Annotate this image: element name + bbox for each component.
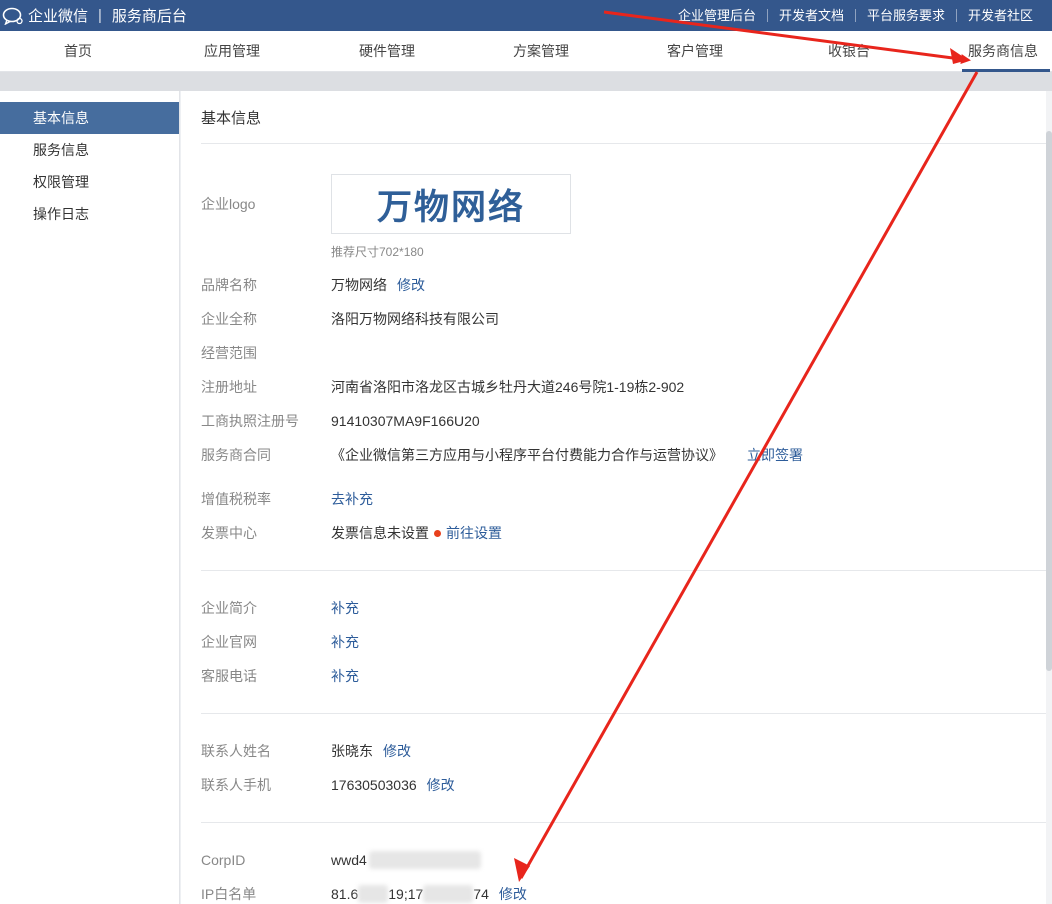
full-name-label: 企业全称 xyxy=(201,311,257,327)
sidebar-item-service-info[interactable]: 服务信息 xyxy=(0,134,179,166)
warning-dot-icon xyxy=(434,529,441,537)
brand-name-label: 品牌名称 xyxy=(201,277,257,293)
tab-customers[interactable]: 客户管理 xyxy=(667,31,723,71)
edit-contact-name-link[interactable]: 修改 xyxy=(383,741,411,761)
address-label: 注册地址 xyxy=(201,379,257,395)
top-link-community[interactable]: 开发者社区 xyxy=(955,9,1044,22)
logo-size-hint: 推荐尺寸702*180 xyxy=(331,245,424,259)
redacted-blur xyxy=(358,885,389,903)
supplement-service-phone-link[interactable]: 补充 xyxy=(331,666,359,686)
supplement-intro-link[interactable]: 补充 xyxy=(331,598,359,618)
edit-brand-name-link[interactable]: 修改 xyxy=(397,275,425,295)
sign-contract-link[interactable]: 立即签署 xyxy=(747,445,803,465)
app-section: 服务商后台 xyxy=(111,8,187,25)
invoice-label: 发票中心 xyxy=(201,525,257,541)
tab-solutions[interactable]: 方案管理 xyxy=(513,31,569,71)
contact-phone-value: 17630503036 xyxy=(331,777,417,793)
business-scope-label: 经营范围 xyxy=(201,345,257,361)
ip-whitelist-value-part2: 19;17 xyxy=(388,886,424,902)
logo-label: 企业logo xyxy=(201,196,256,212)
invoice-status: 发票信息未设置 xyxy=(331,525,429,541)
full-name-value: 洛阳万物网络科技有限公司 xyxy=(331,311,499,327)
contact-name-label: 联系人姓名 xyxy=(201,743,271,759)
license-value: 91410307MA9F166U20 xyxy=(331,413,480,429)
top-bar: 企业微信 | 服务商后台 企业管理后台 开发者文档 平台服务要求 开发者社区 xyxy=(0,0,1052,31)
sidebar-item-basic-info[interactable]: 基本信息 xyxy=(0,102,179,134)
redacted-blur xyxy=(423,885,474,903)
brand[interactable]: 企业微信 | 服务商后台 xyxy=(0,5,187,26)
tab-provider-info[interactable]: 服务商信息 xyxy=(962,31,1050,72)
tab-apps[interactable]: 应用管理 xyxy=(204,31,260,71)
edit-ip-whitelist-link[interactable]: 修改 xyxy=(499,884,527,904)
ip-whitelist-value-part3: 74 xyxy=(473,886,489,902)
edit-contact-phone-link[interactable]: 修改 xyxy=(427,775,455,795)
tab-checkout[interactable]: 收银台 xyxy=(828,31,870,71)
divider xyxy=(201,570,1052,571)
chat-bubble-icon xyxy=(2,7,23,25)
corpid-label: CorpID xyxy=(201,852,246,868)
header-strip xyxy=(0,72,1052,91)
divider xyxy=(201,713,1052,714)
sidebar-item-operation-log[interactable]: 操作日志 xyxy=(0,198,179,230)
company-logo[interactable]: 万物网络 xyxy=(331,174,571,234)
license-label: 工商执照注册号 xyxy=(201,413,299,429)
website-label: 企业官网 xyxy=(201,634,257,650)
top-link-docs[interactable]: 开发者文档 xyxy=(766,9,855,22)
scrollbar[interactable] xyxy=(1046,91,1052,904)
ip-whitelist-value-part1: 81.6 xyxy=(331,886,359,902)
top-link-requirements[interactable]: 平台服务要求 xyxy=(854,9,956,22)
supplement-vat-link[interactable]: 去补充 xyxy=(331,489,373,509)
main-content: 基本信息 企业logo 万物网络 推荐尺寸702*180 品牌名称 万物网络 修… xyxy=(181,91,1052,904)
brand-separator: | xyxy=(98,7,102,24)
tab-home[interactable]: 首页 xyxy=(64,31,92,71)
contract-label: 服务商合同 xyxy=(201,447,271,463)
address-value: 河南省洛阳市洛龙区古城乡牡丹大道246号院1-19栋2-902 xyxy=(331,379,685,395)
sidebar: 基本信息 服务信息 权限管理 操作日志 xyxy=(0,91,180,904)
top-link-admin[interactable]: 企业管理后台 xyxy=(667,9,767,22)
scrollbar-thumb[interactable] xyxy=(1046,131,1052,671)
contract-value: 《企业微信第三方应用与小程序平台付费能力合作与运营协议》 xyxy=(331,447,723,463)
corpid-value: wwd4 xyxy=(331,852,367,868)
main-nav: 首页 应用管理 硬件管理 方案管理 客户管理 收银台 服务商信息 xyxy=(0,31,1052,72)
redacted-blur xyxy=(368,851,481,869)
intro-label: 企业简介 xyxy=(201,600,257,616)
sidebar-item-permissions[interactable]: 权限管理 xyxy=(0,166,179,198)
top-links: 企业管理后台 开发者文档 平台服务要求 开发者社区 xyxy=(667,0,1044,31)
ip-whitelist-label: IP白名单 xyxy=(201,886,257,902)
page-title: 基本信息 xyxy=(201,110,262,127)
divider xyxy=(201,822,1052,823)
service-phone-label: 客服电话 xyxy=(201,668,257,684)
tab-hardware[interactable]: 硬件管理 xyxy=(359,31,415,71)
app-name: 企业微信 xyxy=(28,8,89,25)
brand-name-value: 万物网络 xyxy=(331,277,387,293)
vat-label: 增值税税率 xyxy=(201,491,271,507)
contact-name-value: 张晓东 xyxy=(331,743,373,759)
logo-image-text: 万物网络 xyxy=(376,187,525,228)
contact-phone-label: 联系人手机 xyxy=(201,777,271,793)
supplement-website-link[interactable]: 补充 xyxy=(331,632,359,652)
invoice-settings-link[interactable]: 前往设置 xyxy=(446,523,502,543)
divider xyxy=(201,143,1052,144)
